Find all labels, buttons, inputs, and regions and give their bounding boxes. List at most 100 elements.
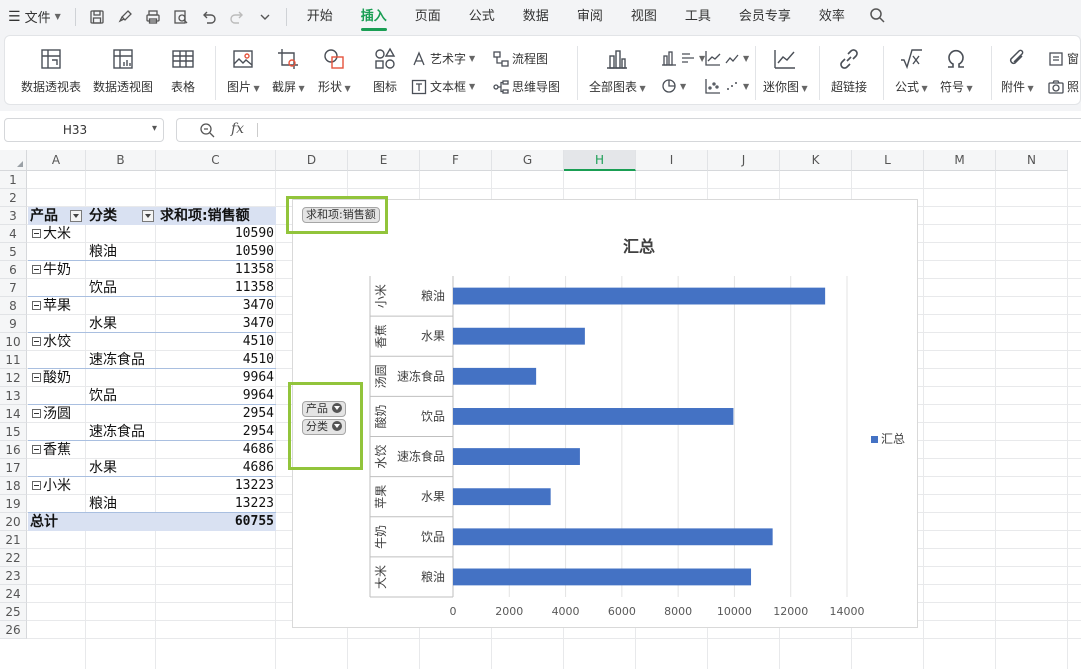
row-header-22[interactable]: 22 [0, 549, 27, 567]
search-icon[interactable] [869, 7, 885, 26]
row-header-1[interactable]: 1 [0, 171, 27, 189]
column-header-n[interactable]: N [996, 150, 1068, 171]
formula-button[interactable]: 公式 ▼ [895, 36, 928, 95]
pivot-table-button[interactable]: 数据透视表 [21, 36, 81, 95]
row-header-18[interactable]: 18 [0, 477, 27, 495]
row-header-9[interactable]: 9 [0, 315, 27, 333]
collapse-toggle[interactable] [32, 229, 41, 238]
column-header-i[interactable]: I [636, 150, 708, 171]
textbox-button[interactable]: 文本框 ▼ [411, 78, 475, 95]
print-icon[interactable] [144, 8, 162, 26]
row-header-20[interactable]: 20 [0, 513, 27, 531]
collapse-toggle[interactable] [32, 373, 41, 382]
row-header-23[interactable]: 23 [0, 567, 27, 585]
shape-button[interactable]: 形状 ▼ [318, 36, 351, 95]
value-field-button[interactable]: 求和项:销售额 [302, 207, 380, 223]
column-header-g[interactable]: G [492, 150, 564, 171]
row-header-19[interactable]: 19 [0, 495, 27, 513]
flowchart-button[interactable]: 流程图 [493, 50, 548, 67]
row-header-24[interactable]: 24 [0, 585, 27, 603]
brush-icon[interactable] [116, 8, 134, 26]
row-header-5[interactable]: 5 [0, 243, 27, 261]
camera-button[interactable]: 照 [1048, 78, 1079, 95]
collapse-toggle[interactable] [32, 445, 41, 454]
column-header-f[interactable]: F [420, 150, 492, 171]
file-menu[interactable]: ☰ 文件 ▼ [0, 0, 69, 33]
symbol-button[interactable]: 符号 ▼ [940, 36, 973, 95]
collapse-toggle[interactable] [32, 265, 41, 274]
tab-insert[interactable]: 插入 [360, 0, 387, 33]
name-box[interactable]: H33 ▾ [4, 118, 164, 142]
tab-review[interactable]: 审阅 [577, 0, 603, 33]
row-header-10[interactable]: 10 [0, 333, 27, 351]
column-chart-dropdown[interactable]: ▼ [661, 50, 705, 66]
fx-icon[interactable]: fx [231, 121, 244, 137]
column-header-b[interactable]: B [86, 150, 156, 171]
scatter-chart-dropdown[interactable]: ▼ [705, 78, 749, 94]
row-header-14[interactable]: 14 [0, 405, 27, 423]
column-header-k[interactable]: K [780, 150, 852, 171]
row-header-21[interactable]: 21 [0, 531, 27, 549]
column-header-a[interactable]: A [27, 150, 86, 171]
category-field-button[interactable]: 分类 [302, 419, 346, 435]
more-chevron-icon[interactable] [256, 8, 274, 26]
screenshot-button[interactable]: 截屏 ▼ [272, 36, 305, 95]
tab-view[interactable]: 视图 [631, 0, 657, 33]
row-header-2[interactable]: 2 [0, 189, 27, 207]
collapse-toggle[interactable] [32, 337, 41, 346]
row-header-16[interactable]: 16 [0, 441, 27, 459]
select-all-corner[interactable] [0, 150, 27, 171]
tab-tools[interactable]: 工具 [685, 0, 711, 33]
table-button[interactable]: 表格 [170, 36, 196, 95]
sparkline-button[interactable]: 迷你图 ▼ [763, 36, 808, 95]
column-header-j[interactable]: J [708, 150, 780, 171]
pie-chart-dropdown[interactable]: ▼ [661, 78, 686, 94]
collapse-toggle[interactable] [32, 301, 41, 310]
row-header-11[interactable]: 11 [0, 351, 27, 369]
tab-efficiency[interactable]: 效率 [819, 0, 845, 33]
tab-page[interactable]: 页面 [415, 0, 441, 33]
hyperlink-button[interactable]: 超链接 [831, 36, 867, 95]
column-header-l[interactable]: L [852, 150, 924, 171]
column-header-d[interactable]: D [276, 150, 348, 171]
row-header-12[interactable]: 12 [0, 369, 27, 387]
picture-button[interactable]: 图片 ▼ [227, 36, 260, 95]
all-charts-button[interactable]: 全部图表 ▼ [589, 36, 646, 95]
print-preview-icon[interactable] [172, 8, 190, 26]
category-filter-dropdown[interactable] [142, 210, 154, 222]
column-header-c[interactable]: C [156, 150, 276, 171]
undo-icon[interactable] [200, 8, 218, 26]
tab-formula[interactable]: 公式 [469, 0, 495, 33]
pivot-chart-button[interactable]: 数据透视图 [93, 36, 153, 95]
save-icon[interactable] [88, 8, 106, 26]
collapse-toggle[interactable] [32, 481, 41, 490]
attachment-button[interactable]: 附件 ▼ [1001, 36, 1034, 95]
tab-data[interactable]: 数据 [523, 0, 549, 33]
row-header-8[interactable]: 8 [0, 297, 27, 315]
product-filter-dropdown[interactable] [70, 210, 82, 222]
product-field-button[interactable]: 产品 [302, 401, 346, 417]
object-button[interactable]: 窗 [1048, 50, 1079, 67]
formula-input[interactable]: fx [176, 118, 1081, 142]
column-header-m[interactable]: M [924, 150, 996, 171]
row-header-13[interactable]: 13 [0, 387, 27, 405]
icon-button[interactable]: 图标 [372, 36, 398, 95]
row-header-6[interactable]: 6 [0, 261, 27, 279]
mindmap-button[interactable]: 思维导图 [493, 78, 560, 95]
tab-home[interactable]: 开始 [307, 0, 333, 33]
tab-member[interactable]: 会员专享 [739, 0, 791, 33]
collapse-toggle[interactable] [32, 409, 41, 418]
row-header-3[interactable]: 3 [0, 207, 27, 225]
row-header-7[interactable]: 7 [0, 279, 27, 297]
pivot-chart[interactable]: 汇总 0 2000 4000 6000 8000 10000 12000 14000 粮油 小米 水果… [292, 199, 918, 628]
column-header-h[interactable]: H [564, 150, 636, 171]
row-header-15[interactable]: 15 [0, 423, 27, 441]
redo-icon[interactable] [228, 8, 246, 26]
row-header-25[interactable]: 25 [0, 603, 27, 621]
row-header-26[interactable]: 26 [0, 621, 27, 639]
line-chart-dropdown[interactable]: ▼ [705, 50, 749, 66]
wordart-button[interactable]: 艺术字 ▼ [411, 50, 475, 67]
row-header-4[interactable]: 4 [0, 225, 27, 243]
row-header-17[interactable]: 17 [0, 459, 27, 477]
column-header-e[interactable]: E [348, 150, 420, 171]
